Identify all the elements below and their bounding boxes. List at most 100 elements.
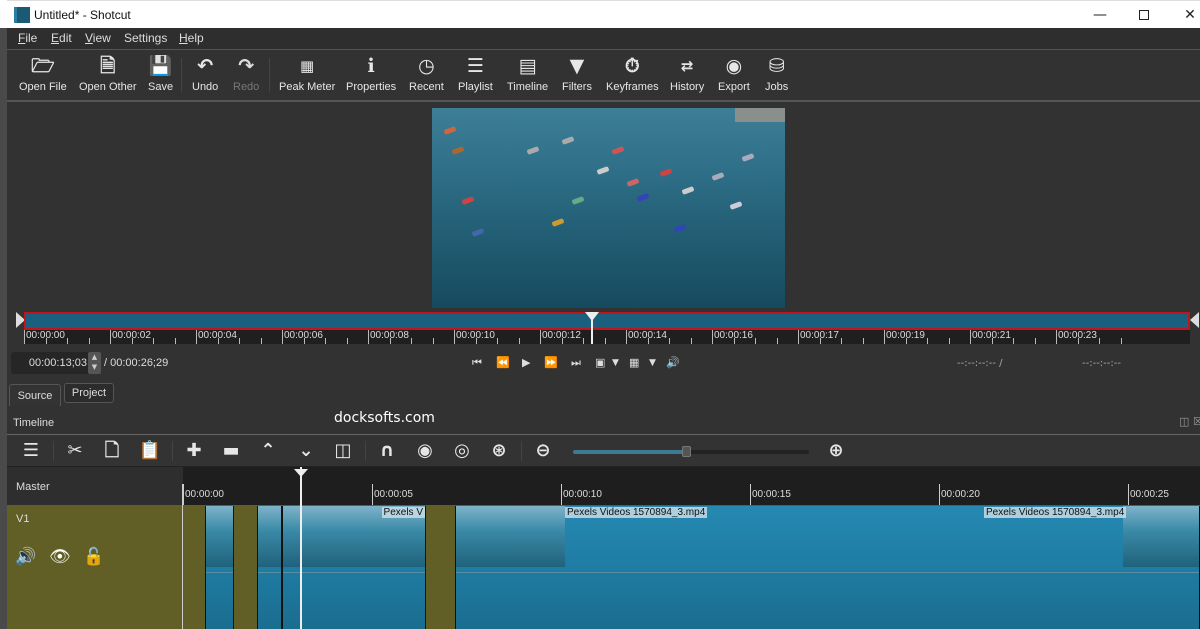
timeline-clip[interactable]: Pexels Videos 1570894_3.mp4 Pexels Video… <box>455 506 1200 629</box>
skip-start-icon: ⏮ <box>472 356 482 369</box>
menu-help[interactable]: Help <box>179 31 204 45</box>
overwrite-button[interactable]: ⌄ <box>294 440 318 462</box>
split-icon: ◫ <box>334 440 352 461</box>
cut-button[interactable]: ✂ <box>63 440 87 462</box>
zoom-fit-button[interactable]: ▣ <box>595 356 605 369</box>
zoom-in-button[interactable]: ⊕ <box>824 440 848 462</box>
ruler-minor-tick <box>561 338 563 344</box>
append-button[interactable]: ✚ <box>182 440 206 462</box>
folder-open-icon: 🗁 <box>31 55 55 77</box>
mute-button[interactable]: 🔊 <box>15 547 36 567</box>
copy-button[interactable]: 🗋 <box>100 440 124 462</box>
playlist-button[interactable]: ☰ Playlist <box>458 54 493 93</box>
ruler-minor-tick <box>131 338 133 344</box>
ruler-major-tick <box>970 330 971 344</box>
ruler-minor-tick <box>819 338 821 344</box>
redo-button[interactable]: ↷ Redo <box>233 54 259 93</box>
clip-thumbnail <box>258 506 281 567</box>
timeline-button[interactable]: ▤ Timeline <box>507 54 548 93</box>
timeline-zoom-slider[interactable] <box>573 446 809 457</box>
menu-view[interactable]: View <box>85 31 111 45</box>
lift-button[interactable]: ⌃ <box>256 440 280 462</box>
zoom-slider-handle[interactable] <box>682 446 692 457</box>
jobs-button[interactable]: ⛁ Jobs <box>765 54 788 93</box>
menu-edit[interactable]: Edit <box>51 31 72 45</box>
timeline-ruler-label: 00:00:10 <box>563 489 602 500</box>
toolbar-separator <box>181 58 182 92</box>
timeline-clip[interactable]: Pexels V <box>282 506 426 629</box>
clip-audio-line <box>456 572 1199 573</box>
current-timecode-field[interactable]: 00:00:13;03 <box>11 352 91 374</box>
ripple-button[interactable]: ◎ <box>450 440 474 462</box>
history-button[interactable]: ⇄ History <box>670 54 704 93</box>
grid-button[interactable]: ▦ <box>629 356 639 369</box>
tab-source[interactable]: Source <box>9 384 61 406</box>
menu-view-mnemonic: V <box>85 31 93 45</box>
scrub-while-dragging-button[interactable]: ◉ <box>413 440 437 462</box>
tab-project[interactable]: Project <box>64 383 114 403</box>
play-icon: ▶ <box>522 356 531 369</box>
volume-button[interactable]: 🔊 <box>666 356 680 369</box>
close-button[interactable]: ✕ <box>1167 1 1200 29</box>
preview-boat <box>741 153 755 162</box>
snap-button[interactable]: ∩ <box>375 440 399 462</box>
menu-settings-label: Settings <box>124 31 168 45</box>
fast-forward-button[interactable]: ⏩ <box>544 356 558 369</box>
ruler-minor-tick <box>475 338 477 344</box>
ruler-minor-tick <box>776 338 778 344</box>
undo-button[interactable]: ↶ Undo <box>192 54 218 93</box>
track-name: V1 <box>16 513 30 525</box>
split-button[interactable]: ◫ <box>331 440 355 462</box>
properties-button[interactable]: i Properties <box>346 54 396 93</box>
timeline-playhead[interactable] <box>300 467 302 629</box>
skip-to-end-button[interactable]: ⏭ <box>571 356 581 370</box>
current-timecode: 00:00:13;03 <box>28 357 87 369</box>
timeline-clip[interactable] <box>257 506 282 629</box>
rewind-button[interactable]: ⏪ <box>496 356 510 369</box>
clip-thumbnail <box>1123 506 1199 567</box>
maximize-button[interactable] <box>1121 1 1167 29</box>
menu-file[interactable]: File <box>18 31 37 45</box>
preview-boat <box>526 146 540 155</box>
zoom-in-icon: ⊕ <box>828 440 844 461</box>
master-track-header[interactable]: Master <box>7 467 183 505</box>
menu-settings[interactable]: Settings <box>124 31 167 45</box>
minimize-button[interactable]: — <box>1077 1 1123 29</box>
export-button[interactable]: ◉ Export <box>718 54 750 93</box>
save-button[interactable]: 💾 Save <box>148 54 173 93</box>
keyframes-button[interactable]: ⏱ Keyframes <box>606 54 659 93</box>
zoom-dropdown[interactable]: ▼ <box>612 358 619 368</box>
filters-button[interactable]: ▼ Filters <box>562 54 592 93</box>
paste-button[interactable]: 📋 <box>138 440 162 462</box>
recent-button[interactable]: ◷ Recent <box>409 54 444 93</box>
close-panel-icon[interactable]: ☒ <box>1193 415 1200 428</box>
dropdown-arrow-icon: ▼ <box>612 358 619 368</box>
player-ruler[interactable]: 00:00:00 00:00:02 00:00:04 00:00:06 00:00:08… <box>24 330 1190 344</box>
ripple-all-tracks-button[interactable]: ⊛ <box>487 440 511 462</box>
undo-label: Undo <box>192 81 219 93</box>
out-point-marker[interactable] <box>1190 312 1199 328</box>
zoom-out-icon: ⊖ <box>535 440 551 461</box>
lock-button[interactable]: 🔓 <box>83 547 104 567</box>
preview-boat <box>451 146 465 155</box>
zoom-out-button[interactable]: ⊖ <box>531 440 555 462</box>
timeline-menu-button[interactable]: ☰ <box>19 440 43 462</box>
timeline-playhead-handle[interactable] <box>294 469 308 477</box>
open-other-button[interactable]: 🗎 Open Other <box>79 54 136 93</box>
shotcut-app-icon <box>14 7 30 23</box>
float-panel-icon[interactable]: ◫ <box>1179 415 1189 428</box>
play-button[interactable]: ▶ <box>522 356 530 369</box>
hide-button[interactable]: 👁 <box>49 547 71 567</box>
skip-to-start-button[interactable]: ⏮ <box>472 356 482 370</box>
timecode-spinner[interactable]: ▲ ▼ <box>88 352 101 374</box>
timeline-start-marker <box>182 484 183 629</box>
track-header-v1[interactable]: V1 🔊 👁 🔓 <box>7 505 183 629</box>
player-scrub-bar[interactable] <box>24 312 1190 330</box>
peak-meter-button[interactable]: ▦ Peak Meter <box>279 54 335 93</box>
timeline-clip[interactable] <box>205 506 234 629</box>
peak-meter-label: Peak Meter <box>279 81 336 93</box>
remove-button[interactable]: ▬ <box>219 440 243 462</box>
grid-dropdown[interactable]: ▼ <box>649 358 656 368</box>
open-file-button[interactable]: 🗁 Open File <box>19 54 67 93</box>
timeline-ruler[interactable]: 00:00:00 00:00:05 00:00:10 00:00:15 00:00:20… <box>183 467 1200 505</box>
